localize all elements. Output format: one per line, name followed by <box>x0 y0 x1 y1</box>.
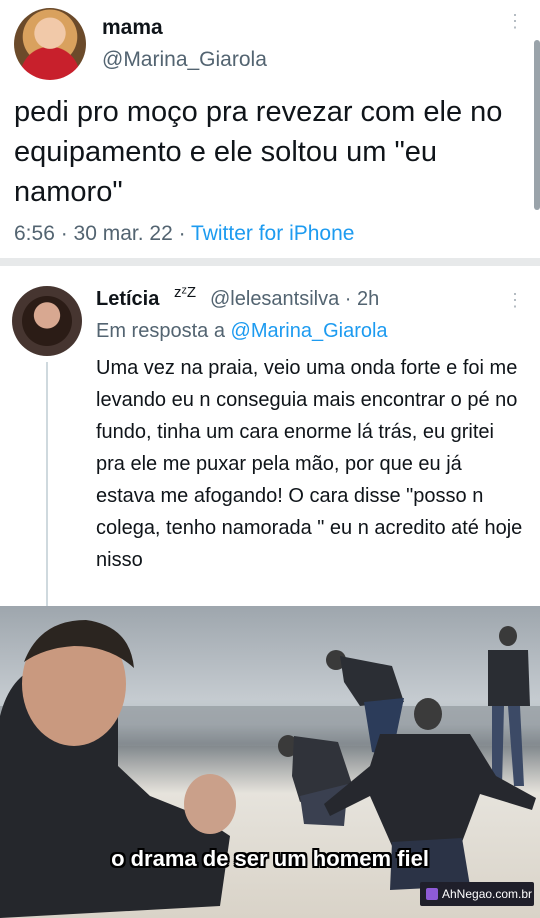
user-handle[interactable]: @Marina_Giarola <box>102 48 267 72</box>
more-options-icon[interactable]: ⋮ <box>506 12 524 30</box>
watermark-text: AhNegao.com.br <box>442 887 533 901</box>
reply-avatar[interactable] <box>12 286 82 356</box>
sleep-emoji-icon: zᶻZ <box>174 284 197 301</box>
watermark-logo-icon <box>426 888 438 900</box>
meme-caption: o drama de ser um homem fiel <box>111 846 429 871</box>
reply-handle-time[interactable]: @lelesantsilva · 2h <box>210 288 379 311</box>
tweet-meta: 6:56 · 30 mar. 22 · Twitter for iPhone <box>14 222 354 246</box>
user-avatar[interactable] <box>14 8 86 80</box>
reply-context: Em resposta a @Marina_Giarola <box>96 320 388 343</box>
watermark: AhNegao.com.br <box>420 882 534 906</box>
reply-mention-link[interactable]: @Marina_Giarola <box>231 320 388 342</box>
tweet-text: pedi pro moço pra revezar com ele no equ… <box>14 96 503 208</box>
reply-display-name[interactable]: Letícia <box>96 288 159 311</box>
thread-line <box>46 362 48 606</box>
tweet-source-link[interactable]: Twitter for iPhone <box>191 222 354 245</box>
main-tweet: mama @Marina_Giarola ⋮ pedi pro moço pra… <box>0 0 540 258</box>
reply-text: Uma vez na praia, veio uma onda forte e … <box>96 357 523 571</box>
tweet-timestamp[interactable]: 6:56 · 30 mar. 22 · <box>14 222 191 245</box>
reply-tweet: Letícia zᶻZ @lelesantsilva · 2h ⋮ Em res… <box>0 266 540 606</box>
more-options-icon[interactable]: ⋮ <box>506 290 524 311</box>
reply-prefix: Em resposta a <box>96 320 231 342</box>
divider <box>0 258 540 266</box>
meme-image: o drama de ser um homem fiel AhNegao.com… <box>0 606 540 918</box>
scrollbar[interactable] <box>534 40 540 210</box>
display-name[interactable]: mama <box>102 16 163 40</box>
